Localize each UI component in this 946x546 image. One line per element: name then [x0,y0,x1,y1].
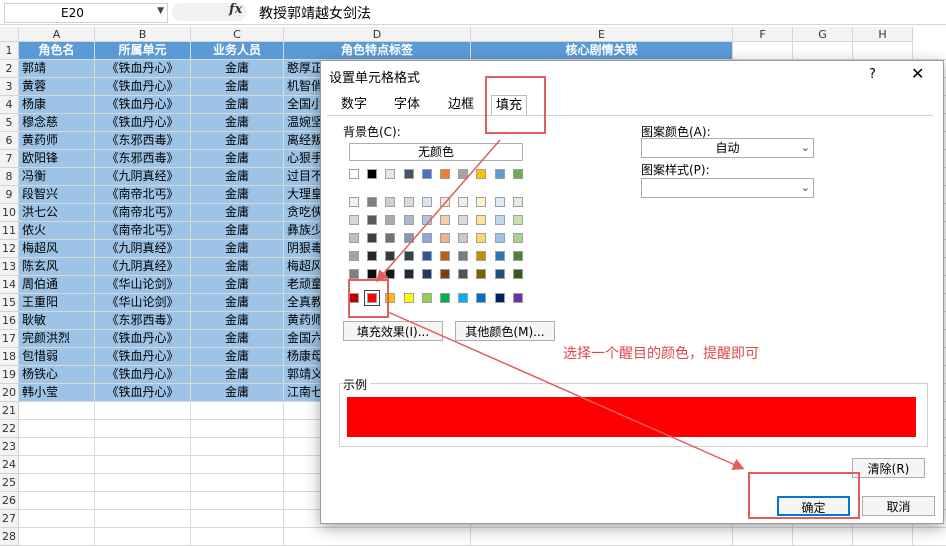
annotation-arrows [376,139,745,470]
arrow-to-swatch [376,139,501,283]
arrow-to-ok [387,311,745,470]
annotation-text: 选择一个醒目的颜色，提醒即可 [563,346,759,362]
sample-label: 示例 [343,376,371,393]
